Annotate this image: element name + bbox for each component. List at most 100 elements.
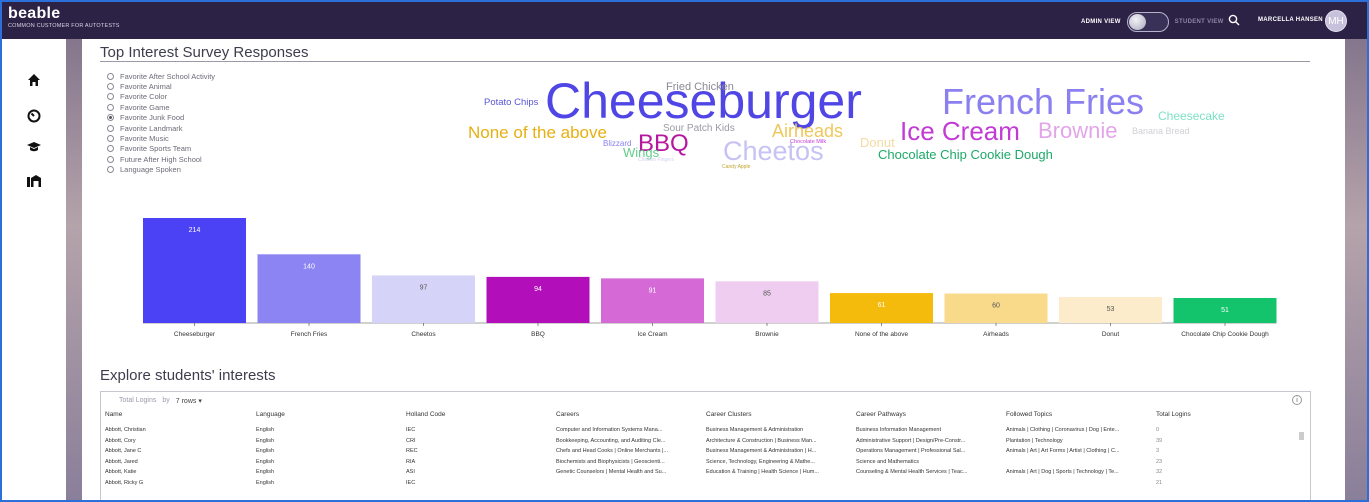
radio-button[interactable] — [107, 93, 114, 101]
cloud-word[interactable]: Brownie — [1038, 120, 1117, 142]
table-cell: English — [256, 458, 275, 465]
cloud-word[interactable]: French Fries — [942, 84, 1144, 120]
table-row[interactable]: Abbott, Jared English RIA Biochemists and B… — [105, 459, 1305, 470]
table-scrollbar[interactable] — [1299, 432, 1304, 440]
table-cell: Science, Technology, Engineering & Mathe… — [706, 458, 815, 465]
user-name[interactable]: MARCELLA HANSEN — [1258, 17, 1323, 23]
view-switch: ADMIN VIEW STUDENT VIEW — [1081, 12, 1224, 32]
category-label: Cheetos — [411, 331, 436, 338]
cloud-word[interactable]: Chocolate Chip Cookie Dough — [878, 148, 1053, 161]
survey-option[interactable]: Favorite Junk Food — [107, 113, 215, 123]
table-row[interactable]: Abbott, Cory English CRI Bookkeeping, Accou… — [105, 438, 1305, 449]
table-cell: Operations Management | Professional Sal… — [856, 448, 966, 455]
avatar[interactable]: MH — [1325, 10, 1347, 32]
category-label: Cheeseburger — [174, 331, 216, 338]
column-header[interactable]: Followed Topics — [1006, 411, 1146, 418]
cloud-word[interactable]: Potato Chips — [484, 98, 538, 108]
graduation-cap-icon[interactable] — [26, 139, 42, 155]
cloud-word[interactable]: Ice Cream — [900, 118, 1020, 144]
table-cell: ASI — [406, 469, 415, 476]
survey-option[interactable]: Favorite Color — [107, 92, 215, 102]
top-navbar: beable COMMON CUSTOMER FOR AUTOTESTS ADM… — [2, 2, 1367, 39]
survey-option[interactable]: Favorite After School Activity — [107, 71, 215, 81]
survey-option[interactable]: Favorite Game — [107, 102, 215, 112]
cloud-word[interactable]: Chicken Fingers — [638, 158, 674, 163]
table-cell: 39 — [1156, 437, 1163, 444]
student-view-label: STUDENT VIEW — [1174, 19, 1224, 25]
rows-dropdown[interactable]: 7 rows ▾ — [176, 397, 202, 405]
cloud-word[interactable]: Banana Bread — [1132, 127, 1190, 136]
category-label: Ice Cream — [638, 331, 668, 338]
survey-option[interactable]: Favorite Music — [107, 133, 215, 143]
cloud-word[interactable]: Chocolate Milk — [790, 139, 826, 146]
radio-button[interactable] — [107, 166, 114, 174]
radio-button[interactable] — [107, 124, 114, 132]
table-cell: Education & Training | Health Science | … — [706, 469, 819, 476]
table-toolbar: Total Logins by 7 rows ▾ — [119, 397, 202, 405]
bar-value-label: 60 — [992, 303, 1000, 310]
radio-button[interactable] — [107, 72, 114, 80]
word-cloud: Cheeseburger French Fries Cheesecake Fri… — [460, 72, 1260, 182]
dashboard-icon[interactable] — [26, 108, 42, 124]
cloud-word[interactable]: Fried Chicken — [666, 82, 734, 93]
view-toggle[interactable] — [1126, 12, 1169, 32]
radio-button[interactable] — [107, 145, 114, 153]
bar-brownie[interactable] — [715, 281, 819, 323]
column-header[interactable]: Name — [105, 411, 245, 418]
category-label: Brownie — [755, 331, 779, 338]
category-label: French Fries — [291, 331, 328, 338]
column-header[interactable]: Career Clusters — [706, 411, 846, 418]
survey-option[interactable]: Favorite Sports Team — [107, 144, 215, 154]
table-cell: RIA — [406, 458, 416, 465]
bar-value-label: 94 — [534, 286, 542, 293]
radio-button[interactable] — [107, 114, 114, 122]
metric-selector[interactable]: Total Logins — [119, 397, 156, 405]
table-cell: English — [256, 427, 275, 433]
bar-cheetos[interactable] — [372, 275, 475, 323]
table-cell: Business Information Management — [856, 427, 941, 433]
column-header[interactable]: Careers — [556, 411, 696, 418]
table-cell: Genetic Counselors | Mental Health and S… — [556, 469, 667, 476]
survey-option-label: Favorite Game — [120, 102, 170, 112]
beable-logo[interactable]: beable COMMON CUSTOMER FOR AUTOTESTS — [8, 6, 120, 30]
radio-button[interactable] — [107, 155, 114, 163]
search-icon[interactable] — [1228, 14, 1240, 26]
table-row[interactable]: Abbott, Christian English IEC Computer and … — [105, 427, 1305, 438]
column-header[interactable]: Career Pathways — [856, 411, 996, 418]
table-cell: Chefs and Head Cooks | Online Merchants … — [556, 448, 668, 455]
column-header[interactable]: Total Logins — [1156, 411, 1216, 418]
radio-button[interactable] — [107, 135, 114, 143]
bar-bbq[interactable] — [486, 276, 590, 323]
cloud-word[interactable]: None of the above — [468, 124, 607, 141]
table-cell: 23 — [1156, 458, 1163, 465]
table-row[interactable]: Abbott, Katie English ASI Genetic Counselor… — [105, 469, 1305, 480]
bar-value-label: 85 — [763, 290, 771, 297]
table-row[interactable]: Abbott, Jane C English REC Chefs and Head C… — [105, 448, 1305, 459]
survey-option[interactable]: Future After High School — [107, 154, 215, 164]
cloud-word[interactable]: Candy Apple — [722, 165, 750, 170]
info-icon[interactable]: i — [1292, 395, 1302, 405]
survey-option-label: Favorite Sports Team — [120, 144, 192, 154]
column-header[interactable]: Language — [256, 411, 396, 418]
survey-option[interactable]: Favorite Landmark — [107, 123, 215, 133]
table-cell: English — [256, 479, 275, 486]
table-cell: Abbott, Cory — [105, 437, 136, 444]
cloud-word[interactable]: Cheesecake — [1158, 110, 1225, 122]
logo-text: beable — [8, 5, 61, 22]
column-header[interactable]: Holland Code — [406, 411, 546, 418]
library-icon[interactable] — [26, 172, 42, 188]
table-cell: Abbott, Katie — [105, 469, 137, 476]
bar-ice-cream[interactable] — [601, 278, 704, 323]
home-icon[interactable] — [26, 72, 42, 88]
table-cell: Counseling & Mental Health Services | Te… — [856, 469, 968, 476]
radio-button[interactable] — [107, 103, 114, 111]
table-cell: Abbott, Jared — [105, 458, 138, 465]
category-label: None of the above — [855, 331, 909, 338]
table-cell: Business Management & Administration — [706, 427, 804, 433]
table-row[interactable]: Abbott, Ricky G English IEC 21 — [105, 480, 1305, 491]
radio-button[interactable] — [107, 83, 114, 91]
survey-option[interactable]: Favorite Animal — [107, 81, 215, 91]
table-cell: Computer and Information Systems Mana... — [556, 427, 663, 433]
survey-option[interactable]: Language Spoken — [107, 165, 215, 175]
survey-option-label: Language Spoken — [120, 165, 181, 175]
